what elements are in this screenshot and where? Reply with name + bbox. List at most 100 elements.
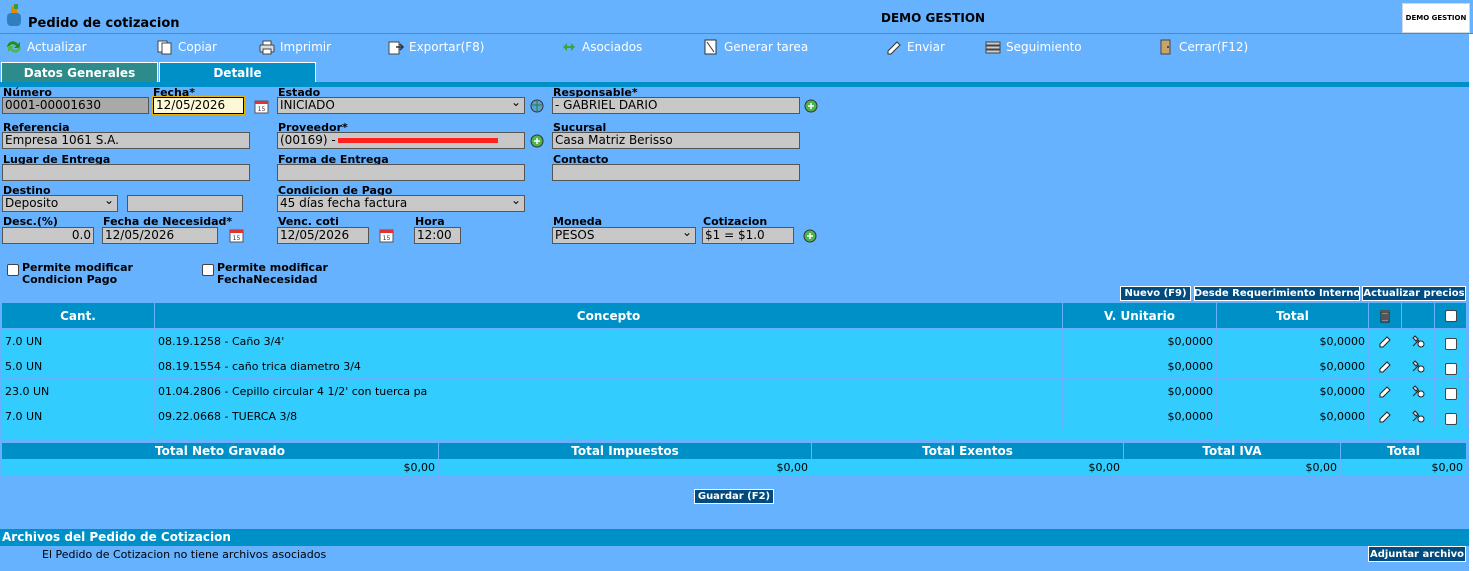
- row-checkbox[interactable]: [1444, 338, 1457, 350]
- cotizacion-field[interactable]: $1 = $1.0: [702, 227, 794, 244]
- sucursal-field[interactable]: Casa Matriz Berisso: [552, 132, 800, 149]
- task-icon: [704, 39, 717, 55]
- row-checkbox[interactable]: [1444, 363, 1457, 375]
- trash-icon[interactable]: [1377, 308, 1393, 324]
- total-impuestos-value: $0,00: [439, 459, 812, 476]
- row-concepto: 08.19.1258 - Caño 3/4': [155, 329, 1063, 353]
- total-value: $0,00: [1341, 459, 1467, 476]
- linked-items-icon: [563, 43, 575, 51]
- totals-table: Total Neto Gravado Total Impuestos Total…: [2, 443, 1467, 477]
- tools-icon[interactable]: [1410, 333, 1426, 349]
- select-all-checkbox[interactable]: [1444, 309, 1457, 322]
- generar-tarea-button[interactable]: Generar tarea: [702, 39, 808, 55]
- hora-input[interactable]: 12:00: [414, 227, 461, 244]
- company-name: DEMO GESTION: [881, 11, 986, 25]
- calendar-icon[interactable]: 15: [253, 98, 271, 116]
- row-detail: [1402, 354, 1435, 378]
- totals-header: Total Neto Gravado Total Impuestos Total…: [2, 443, 1467, 459]
- page-title: Pedido de cotizacion: [28, 16, 180, 31]
- imprimir-button[interactable]: Imprimir: [258, 39, 331, 55]
- row-cant: 5.0 UN: [2, 354, 155, 378]
- row-select: [1435, 379, 1467, 403]
- contacto-field[interactable]: [552, 164, 800, 181]
- edit-icon[interactable]: [1378, 334, 1392, 348]
- tools-icon[interactable]: [1410, 408, 1426, 424]
- copy-icon: [157, 40, 172, 55]
- row-detail: [1402, 379, 1435, 403]
- nuevo-button[interactable]: Nuevo (F9): [1120, 286, 1191, 301]
- moneda-select[interactable]: PESOS: [552, 227, 696, 244]
- row-checkbox[interactable]: [1444, 413, 1457, 425]
- company-logo: DEMO GESTION: [1402, 3, 1470, 33]
- guardar-button[interactable]: Guardar (F2): [694, 489, 774, 504]
- row-edit: [1369, 379, 1402, 403]
- actualizar-button[interactable]: Actualizar: [5, 39, 87, 55]
- total-neto-value: $0,00: [2, 459, 439, 476]
- table-header: Cant. Concepto V. Unitario Total: [2, 303, 1467, 328]
- row-total: $0,0000: [1217, 404, 1369, 428]
- proveedor-redaction: [337, 138, 498, 143]
- edit-icon[interactable]: [1378, 359, 1392, 373]
- condicion-pago-select[interactable]: 45 días fecha factura: [277, 195, 525, 212]
- calendar-venc-icon[interactable]: 15: [378, 227, 396, 245]
- permite-fecha-checkbox[interactable]: [202, 264, 214, 276]
- fecha-input[interactable]: 12/05/2026: [152, 96, 245, 115]
- tab-datos-generales[interactable]: Datos Generales: [1, 62, 158, 83]
- tools-icon[interactable]: [1410, 358, 1426, 374]
- row-checkbox[interactable]: [1444, 388, 1457, 400]
- destino-select[interactable]: Deposito: [2, 195, 118, 212]
- row-total: $0,0000: [1217, 379, 1369, 403]
- seguimiento-button[interactable]: Seguimiento: [984, 39, 1082, 55]
- edit-icon[interactable]: [1378, 409, 1392, 423]
- proveedor-field[interactable]: (00169) -: [277, 132, 525, 149]
- cerrar-button[interactable]: Cerrar(F12): [1157, 39, 1248, 55]
- edit-icon[interactable]: [1378, 384, 1392, 398]
- tab-detalle[interactable]: Detalle: [159, 62, 316, 83]
- header-delete: [1369, 303, 1402, 328]
- table-row: 5.0 UN 08.19.1554 - caño trica diametro …: [2, 353, 1467, 378]
- table-row: 23.0 UN 01.04.2806 - Cepillo circular 4 …: [2, 378, 1467, 403]
- export-icon: [388, 41, 405, 55]
- header-total: Total: [1217, 303, 1369, 328]
- asociados-button[interactable]: Asociados: [560, 39, 642, 55]
- descuento-input[interactable]: 0.0: [2, 227, 94, 244]
- search-provider-icon[interactable]: [528, 132, 546, 150]
- window-edge: [1469, 34, 1473, 571]
- tab-strip: [0, 82, 1469, 87]
- actualizar-precios-button[interactable]: Actualizar precios: [1362, 286, 1466, 301]
- estado-select[interactable]: INICIADO: [277, 97, 525, 114]
- header-bar: Pedido de cotizacion DEMO GESTION DEMO G…: [0, 0, 1473, 34]
- seguimiento-label: Seguimiento: [1006, 40, 1082, 54]
- fecha-necesidad-input[interactable]: 12/05/2026: [102, 227, 218, 244]
- tools-icon[interactable]: [1410, 383, 1426, 399]
- tabs-bar: Datos Generales Detalle: [0, 60, 1473, 84]
- row-unitario: $0,0000: [1063, 404, 1217, 428]
- row-concepto: 09.22.0668 - TUERCA 3/8: [155, 404, 1063, 428]
- row-detail: [1402, 404, 1435, 428]
- venc-coti-input[interactable]: 12/05/2026: [277, 227, 369, 244]
- exportar-button[interactable]: Exportar(F8): [387, 39, 484, 55]
- permite-fecha-label: Permite modificar FechaNecesidad: [217, 261, 328, 286]
- files-section-title: Archivos del Pedido de Cotizacion: [0, 529, 1469, 546]
- header-select-all: [1435, 303, 1467, 328]
- numero-field: 0001-00001630: [2, 97, 149, 114]
- adjuntar-archivo-button[interactable]: Adjuntar archivo: [1368, 546, 1466, 562]
- search-person-icon[interactable]: [802, 97, 820, 115]
- lugar-entrega-field[interactable]: [2, 164, 250, 181]
- referencia-field[interactable]: Empresa 1061 S.A.: [2, 132, 250, 149]
- permite-condicion-checkbox[interactable]: [7, 264, 19, 276]
- refresh-rate-icon[interactable]: [801, 227, 819, 245]
- total-iva-label: Total IVA: [1124, 443, 1341, 459]
- row-cant: 7.0 UN: [2, 329, 155, 353]
- enviar-button[interactable]: Enviar: [885, 39, 945, 55]
- printer-icon: [259, 40, 275, 55]
- calendar-necesidad-icon[interactable]: 15: [228, 227, 246, 245]
- row-edit: [1369, 329, 1402, 353]
- forma-entrega-field[interactable]: [277, 164, 525, 181]
- responsable-field[interactable]: - GABRIEL DARIO: [552, 97, 800, 114]
- desde-requerimiento-button[interactable]: Desde Requerimiento Interno: [1194, 286, 1360, 301]
- row-cant: 23.0 UN: [2, 379, 155, 403]
- destino-extra-field[interactable]: [127, 195, 243, 212]
- copiar-button[interactable]: Copiar: [156, 39, 217, 55]
- world-link-icon[interactable]: [528, 97, 546, 115]
